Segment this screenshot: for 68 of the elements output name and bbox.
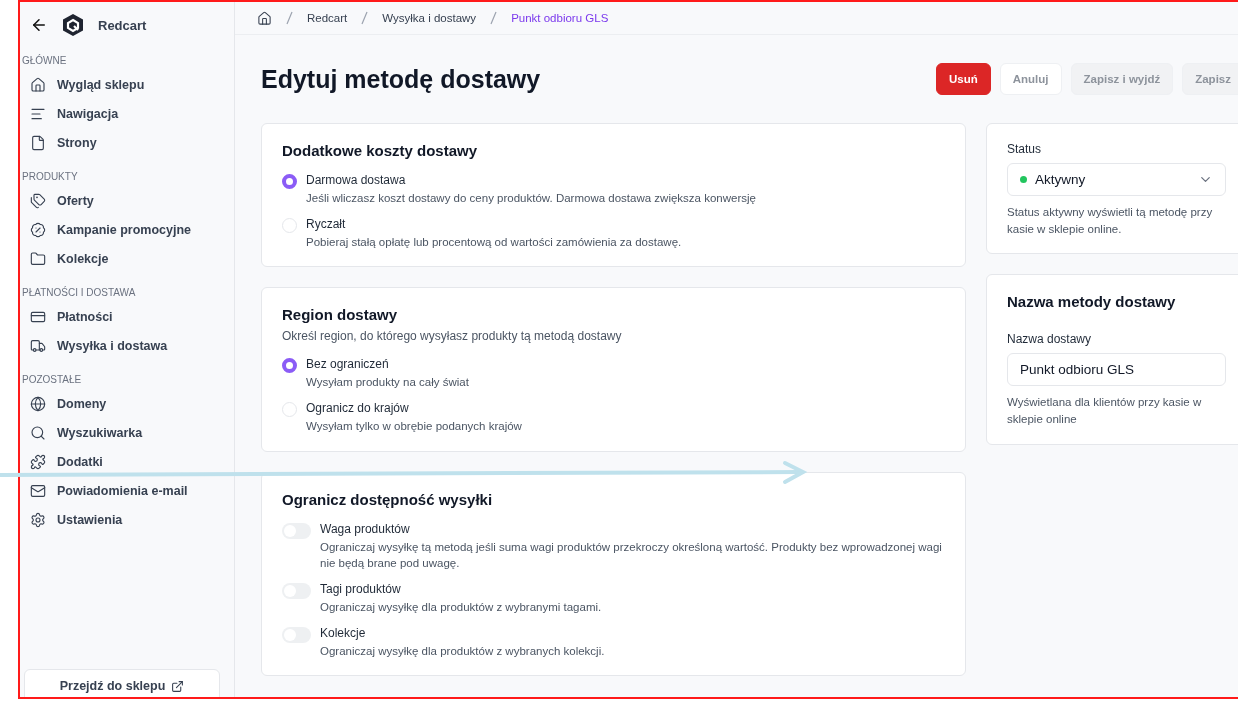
option-description: Jeśli wliczasz koszt dostawy do ceny produktów. Darmowa dostawa zwiększa konwersję [306,191,756,206]
slash-separator-icon [286,11,293,25]
brand-name: Redcart [98,17,147,33]
search-icon [30,424,46,441]
option-label: Waga produktów [320,521,411,536]
sidebar-item[interactable]: Wyszukiwarka [20,418,234,447]
folder-icon [30,250,46,267]
sidebar-item[interactable]: Płatności [20,302,234,331]
sidebar-item[interactable]: Nawigacja [20,99,234,128]
action-button[interactable]: Usuń [936,63,991,95]
section-heading: GŁÓWNE [21,53,68,68]
option-description: Ograniczaj wysyłkę tą metodą jeśli suma wagi produktów przekroczy określoną wartość. Produkty bez wprowadzonej wagi nie będą brane pod uwagę. [320,539,943,572]
sidebar-item[interactable]: Wygląd sklepu [20,70,234,99]
breadcrumb-link[interactable]: Punkt odbioru GLS [511,12,609,24]
sidebar-item[interactable]: Domeny [20,389,234,418]
slash-separator-icon [490,11,498,25]
radio-button[interactable] [282,358,297,374]
card-title: Dodatkowe koszty dostawy [282,142,479,159]
card-title: Region dostawy [282,306,398,324]
store-link-button[interactable]: Przejdź do sklepu [24,669,220,697]
section-heading: PRODUKTY [21,170,79,184]
globe-icon [30,395,46,412]
section-heading: PŁATNOŚCI I DOSTAWA [21,285,137,300]
option-description: Ograniczaj wysyłkę dla produktów z wybranych kolekcji. [320,643,605,659]
option-description: Pobieraj stałą opłatę lub procentową od wartości zamówienia za dostawę. [306,234,682,250]
option-label: Ryczałt [306,216,347,231]
help-text: Wyświetlana dla klientów przy kasie w sklepie online [1007,395,1203,427]
home-icon[interactable] [257,10,272,26]
field-label: Nazwa dostawy [1007,332,1093,347]
section-heading: POZOSTAŁE [21,373,83,387]
tag-icon [30,192,46,209]
field-label: Status [1007,142,1043,156]
puzzle-icon [30,453,46,470]
option-description: Wysyłam tylko w obrębie podanych krajów [306,419,522,434]
page-title: Edytuj metodę dostawy [261,64,541,94]
card-description: Określ region, do którego wysyłasz produkty tą metodą dostawy [282,329,623,344]
radio-button[interactable] [282,174,297,189]
breadcrumb-link[interactable]: Wysyłka i dostawy [382,12,477,24]
file-icon [30,134,46,151]
sidebar-item[interactable]: Oferty [20,186,234,215]
sidebar-item[interactable]: Dodatki [20,447,234,476]
slash-separator-icon [361,11,369,25]
option-label: Bez ograniczeń [306,357,390,372]
house-icon [30,76,46,93]
sidebar-item[interactable]: Kolekcje [20,244,234,273]
option-label: Tagi produktów [320,582,402,597]
external-link-icon [171,679,185,693]
option-label: Kolekcje [320,625,367,640]
percent-badge-icon [30,221,46,238]
card-title: Nazwa metody dostawy [1007,293,1177,311]
option-label: Ogranicz do krajów [306,401,410,415]
logo-icon [62,13,84,37]
mail-icon [30,482,46,499]
option-description: Wysyłam produkty na cały świat [306,375,469,391]
settings-icon [30,511,46,528]
breadcrumb-link[interactable]: Redcart [307,12,348,24]
help-text: Status aktywny wyświetli tą metodę przy kasie w sklepie online. [1007,205,1214,237]
sidebar-item[interactable]: Powiadomienia e-mail [20,476,234,505]
name-input[interactable]: Punkt odbioru GLS [1007,353,1226,387]
sidebar-item[interactable]: Ustawienia [20,505,234,534]
option-description: Ograniczaj wysyłkę dla produktów z wybranymi tagami. [320,600,602,616]
truck-icon [30,337,46,354]
card-title: Ogranicz dostępność wysyłki [282,490,494,508]
sidebar-item[interactable]: Kampanie promocyjne [20,215,234,244]
status-select[interactable]: Aktywny [1007,163,1226,196]
sidebar-item[interactable]: Strony [20,128,234,157]
sidebar-item[interactable]: Wysyłka i dostawa [20,331,234,360]
option-label: Darmowa dostawa [306,173,407,187]
